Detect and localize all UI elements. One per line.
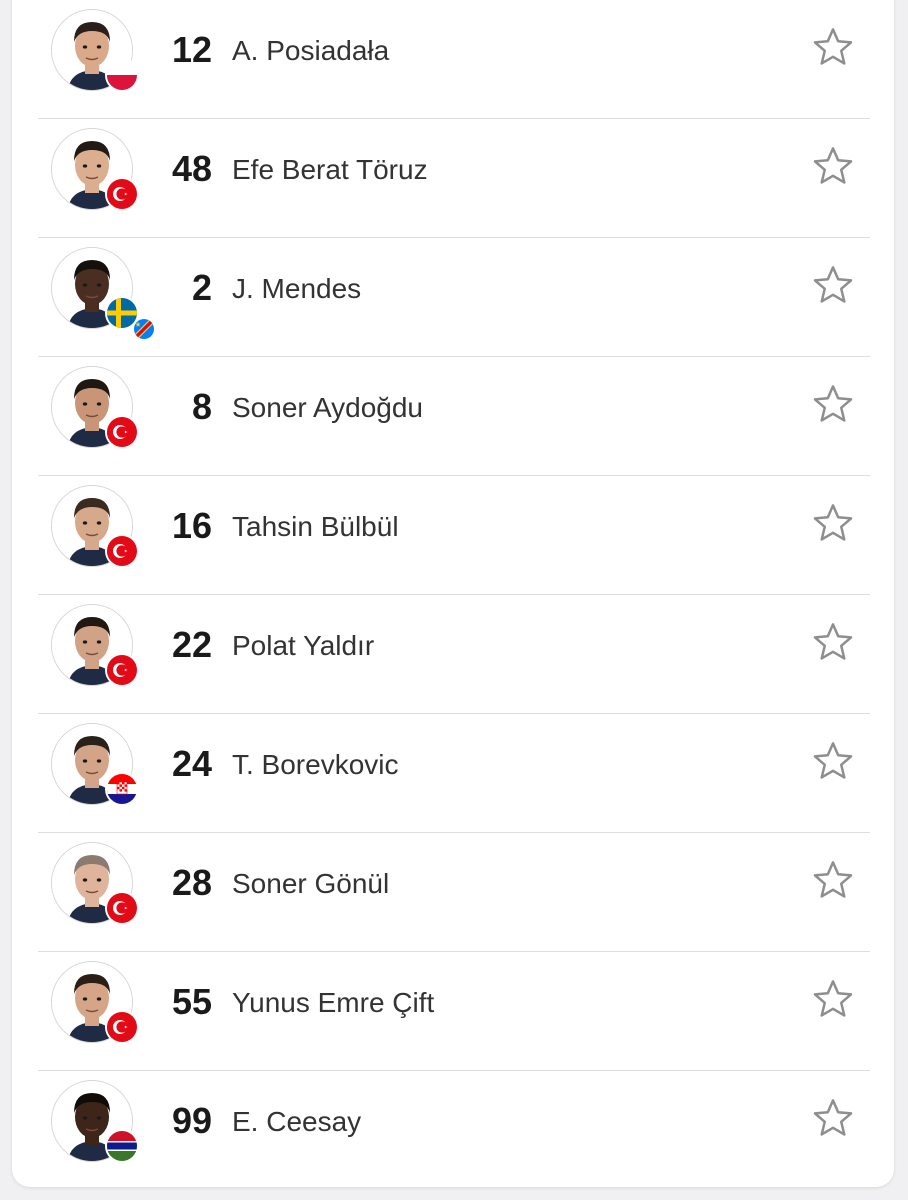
star-outline-icon[interactable]: [810, 500, 856, 546]
turkey-flag-icon: [105, 415, 139, 449]
player-row[interactable]: 99 E. Ceesay: [38, 1071, 870, 1189]
player-row[interactable]: 55 Yunus Emre Çift: [38, 952, 870, 1071]
player-name: E. Ceesay: [232, 1106, 362, 1137]
turkey-flag-icon: [105, 177, 139, 211]
player-avatar: [51, 128, 139, 211]
player-name: Soner Gönül: [232, 868, 390, 899]
player-name: Efe Berat Töruz: [232, 154, 428, 185]
shirt-number: 8: [191, 386, 212, 427]
shirt-number: 48: [171, 148, 212, 189]
star-outline-icon[interactable]: [810, 143, 856, 189]
gambia-flag-icon: [105, 1129, 139, 1163]
player-avatar: [51, 723, 139, 806]
turkey-flag-icon: [105, 891, 139, 925]
dr-congo-flag-icon: [132, 317, 156, 341]
player-row[interactable]: 48 Efe Berat Töruz: [38, 119, 870, 238]
shirt-number: 28: [171, 862, 212, 903]
star-outline-icon[interactable]: [810, 976, 856, 1022]
star-outline-icon[interactable]: [810, 262, 856, 308]
shirt-number: 24: [171, 743, 212, 784]
player-name: Soner Aydoğdu: [232, 392, 423, 423]
star-outline-icon[interactable]: [810, 24, 856, 70]
shirt-number: 22: [171, 624, 212, 665]
player-name: Yunus Emre Çift: [232, 987, 435, 1018]
shirt-number: 55: [171, 981, 212, 1022]
player-row[interactable]: 2 J. Mendes: [38, 238, 870, 357]
player-avatar: [51, 9, 139, 92]
player-avatar: [51, 247, 156, 341]
poland-flag-icon: [105, 58, 139, 92]
shirt-number: 12: [171, 29, 212, 70]
player-avatar: [51, 604, 139, 687]
player-row[interactable]: 22 Polat Yaldır: [38, 595, 870, 714]
player-avatar: [51, 1080, 139, 1163]
player-name: Tahsin Bülbül: [232, 511, 399, 542]
player-name: T. Borevkovic: [232, 749, 399, 780]
player-row[interactable]: 24 T. Borevkovic: [38, 714, 870, 833]
star-outline-icon[interactable]: [810, 738, 856, 784]
turkey-flag-icon: [105, 534, 139, 568]
star-outline-icon[interactable]: [810, 619, 856, 665]
player-row[interactable]: 28 Soner Gönül: [38, 833, 870, 952]
squad-list-card: 12 A. Posiadała 48 Efe Berat Töruz 2 J. Mende…: [12, 0, 894, 1187]
player-row[interactable]: 16 Tahsin Bülbül: [38, 476, 870, 595]
turkey-flag-icon: [105, 1010, 139, 1044]
player-name: Polat Yaldır: [232, 630, 375, 661]
star-outline-icon[interactable]: [810, 1095, 856, 1141]
player-list: 12 A. Posiadała 48 Efe Berat Töruz 2 J. Mende…: [38, 0, 870, 1189]
player-row[interactable]: 12 A. Posiadała: [38, 0, 870, 119]
shirt-number: 2: [191, 267, 212, 308]
player-avatar: [51, 485, 139, 568]
star-outline-icon[interactable]: [810, 381, 856, 427]
player-name: A. Posiadała: [232, 35, 390, 66]
croatia-flag-icon: [105, 772, 139, 806]
star-outline-icon[interactable]: [810, 857, 856, 903]
player-avatar: [51, 366, 139, 449]
shirt-number: 99: [171, 1100, 212, 1141]
player-row[interactable]: 8 Soner Aydoğdu: [38, 357, 870, 476]
turkey-flag-icon: [105, 653, 139, 687]
player-avatar: [51, 961, 139, 1044]
player-avatar: [51, 842, 139, 925]
shirt-number: 16: [171, 505, 212, 546]
player-name: J. Mendes: [232, 273, 362, 304]
